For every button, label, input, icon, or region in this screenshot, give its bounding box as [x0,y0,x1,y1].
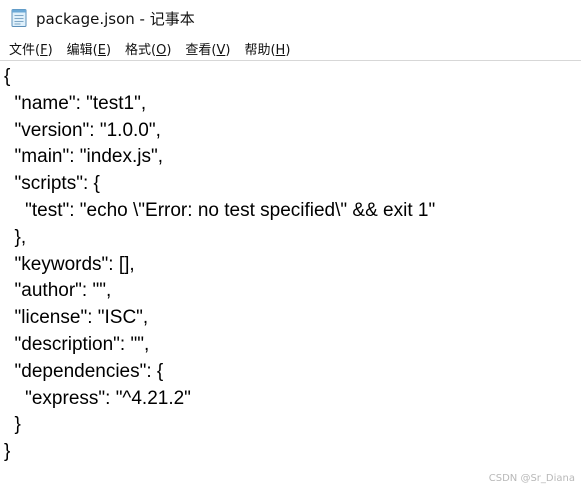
menu-format-mnemonic: O [156,42,167,58]
menu-bar: 文件(F) 编辑(E) 格式(O) 查看(V) 帮助(H) [0,36,581,60]
menu-view-label: 查看( [185,42,217,58]
menu-edit[interactable]: 编辑(E) [60,37,118,60]
title-bar[interactable]: package.json - 记事本 [0,0,581,36]
window-title: package.json - 记事本 [36,9,195,28]
menu-format-suffix: ) [166,42,172,58]
menu-edit-mnemonic: E [97,42,106,58]
text-line: { [4,66,11,87]
text-line: "scripts": { [4,173,100,195]
menu-format[interactable]: 格式(O) [118,37,178,60]
text-line: "keywords": [], [4,253,135,275]
text-line: "express": "^4.21.2" [4,387,191,409]
text-line: "dependencies": { [4,360,164,382]
text-line: } [4,441,11,463]
text-line: } [4,414,21,436]
menu-format-label: 格式( [125,42,157,58]
menu-help-suffix: ) [285,42,291,58]
menu-view[interactable]: 查看(V) [178,37,237,60]
menu-help-label: 帮助( [244,42,276,58]
menu-help-mnemonic: H [275,42,286,58]
text-line: "description": "", [4,333,150,355]
menu-file-suffix: ) [47,42,53,58]
text-line: "test": "echo \"Error: no test specified… [4,199,436,221]
menu-view-suffix: ) [225,42,231,58]
text-line: "license": "ISC", [4,307,149,329]
text-line: "name": "test1", [4,92,147,114]
menu-file-mnemonic: F [40,42,48,58]
menu-help[interactable]: 帮助(H) [237,37,297,60]
menu-file-label: 文件( [9,42,41,58]
notepad-window: package.json - 记事本 文件(F) 编辑(E) 格式(O) 查看(… [0,0,581,490]
watermark: CSDN @Sr_Diana [488,473,575,484]
text-line: }, [4,226,27,248]
menu-edit-suffix: ) [105,42,112,58]
notepad-icon [10,8,28,28]
text-line: "main": "index.js", [4,146,163,168]
text-editor-area[interactable]: { "name": "test1", "version": "1.0.0", "… [0,60,581,490]
menu-edit-label: 编辑( [66,42,98,58]
menu-file[interactable]: 文件(F) [2,37,60,60]
text-line: "author": "", [4,280,112,302]
text-line: "version": "1.0.0", [4,119,161,141]
